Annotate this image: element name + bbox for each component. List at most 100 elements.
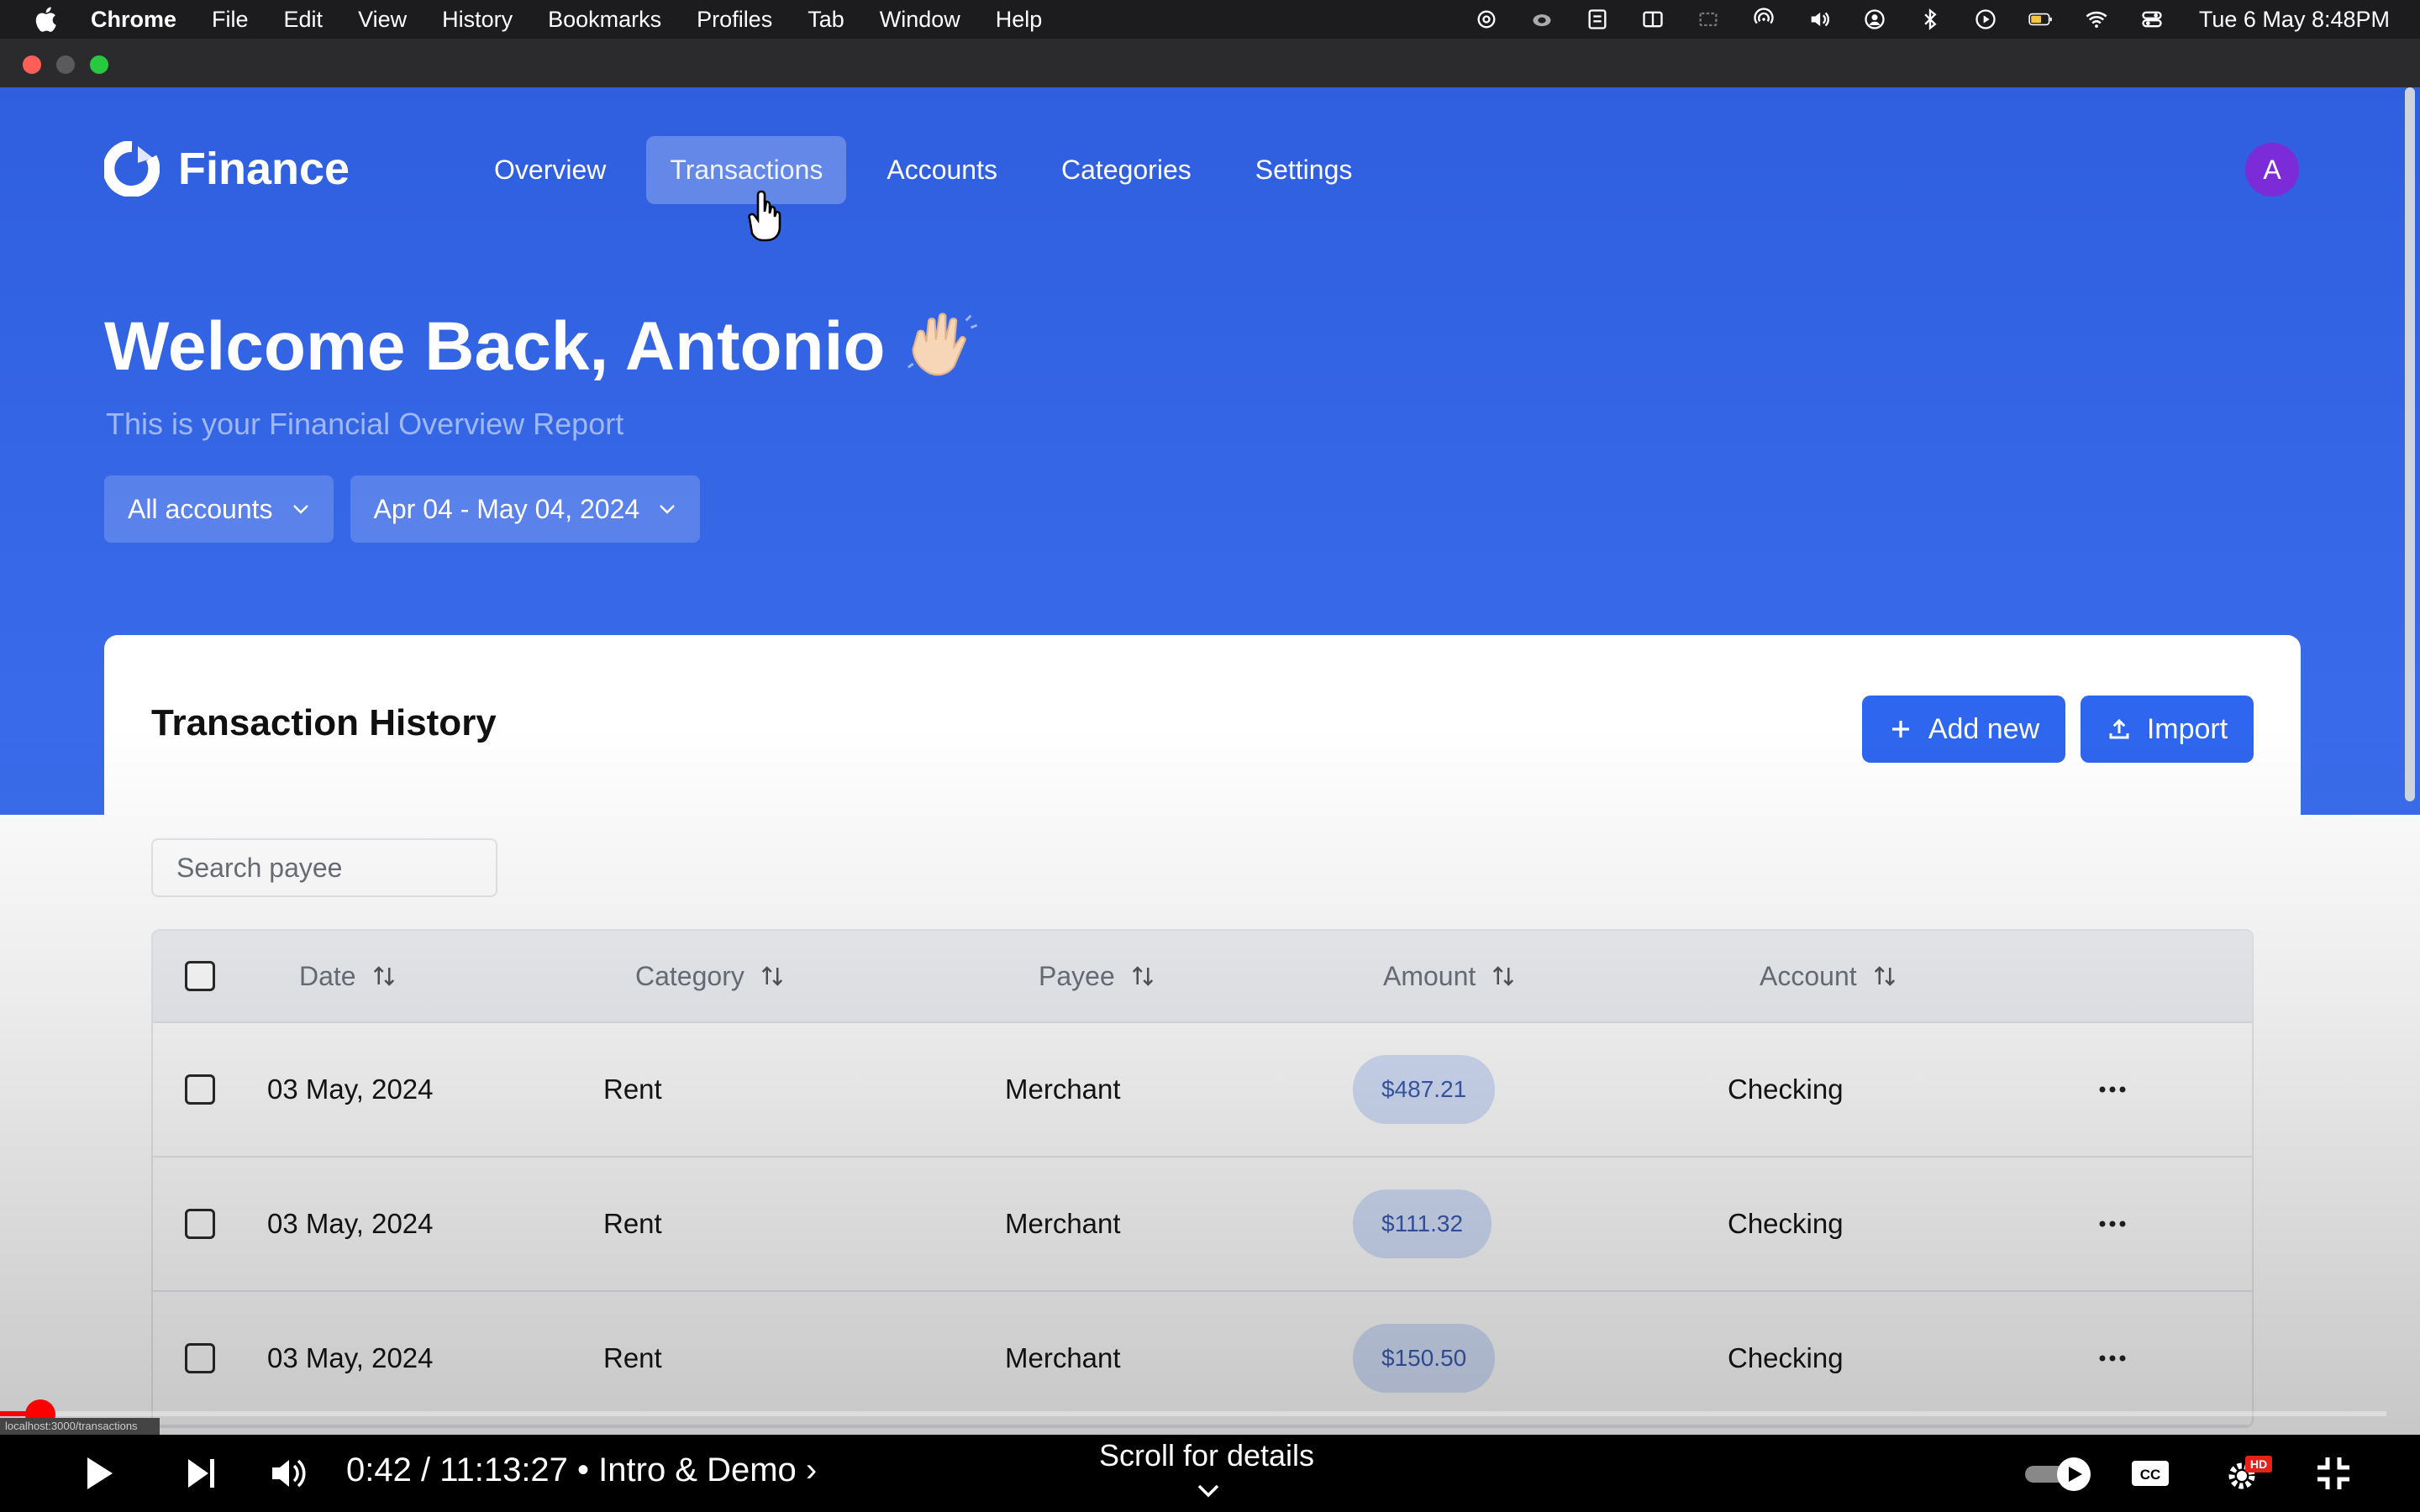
minimize-window-button[interactable] <box>56 55 75 74</box>
video-time-display[interactable]: 0:42 / 11:13:27 • Intro & Demo › <box>346 1452 817 1489</box>
gear-icon: HD <box>2228 1456 2272 1489</box>
column-date-label: Date <box>299 960 356 991</box>
nav-categories[interactable]: Categories <box>1038 136 1215 204</box>
user-account-icon[interactable] <box>1860 7 1890 32</box>
nav-settings[interactable]: Settings <box>1232 136 1376 204</box>
row-checkbox[interactable] <box>185 1074 215 1105</box>
row-checkbox[interactable] <box>185 1343 215 1373</box>
chevron-down-icon[interactable] <box>1197 1483 1220 1499</box>
row-date: 03 May, 2024 <box>267 1342 434 1373</box>
more-options-icon[interactable] <box>2096 1081 2129 1098</box>
nav-overview[interactable]: Overview <box>471 136 629 204</box>
row-category: Rent <box>603 1074 662 1105</box>
add-new-label: Add new <box>1928 712 2040 745</box>
mute-button[interactable] <box>267 1448 309 1499</box>
welcome-subtitle: This is your Financial Overview Report <box>106 407 624 441</box>
volume-icon[interactable] <box>1804 7 1834 32</box>
scroll-for-details-label[interactable]: Scroll for details <box>1097 1438 1316 1473</box>
creative-cloud-icon[interactable] <box>1527 7 1557 32</box>
fullscreen-window-button[interactable] <box>90 55 108 74</box>
nav-accounts[interactable]: Accounts <box>863 136 1021 204</box>
main-nav: Overview Transactions Accounts Categorie… <box>471 136 1376 204</box>
menu-help[interactable]: Help <box>996 7 1043 33</box>
finance-page: Finance Overview Transactions Accounts C… <box>0 87 2420 1435</box>
search-payee-input[interactable] <box>151 838 497 897</box>
airdrop-icon[interactable] <box>1749 7 1779 32</box>
captions-button[interactable]: CC <box>2129 1448 2171 1499</box>
import-button[interactable]: Import <box>2081 696 2254 763</box>
menu-edit[interactable]: Edit <box>284 7 324 33</box>
battery-icon[interactable] <box>2026 7 2056 32</box>
brand-logo[interactable]: Finance <box>104 141 350 197</box>
column-account[interactable]: Account <box>1760 961 1897 992</box>
browser-title-bar <box>0 39 2420 87</box>
media-play-icon[interactable] <box>1970 7 2001 32</box>
column-category-label: Category <box>635 960 744 991</box>
column-amount[interactable]: Amount <box>1383 961 1516 992</box>
row-date: 03 May, 2024 <box>267 1208 434 1239</box>
volume-icon <box>272 1459 306 1488</box>
status-icons: Tue 6 May 8:48PM <box>1471 0 2390 39</box>
notes-icon[interactable] <box>1582 7 1612 32</box>
hand-cursor-icon <box>748 190 781 242</box>
menu-window[interactable]: Window <box>880 7 960 33</box>
account-filter-label: All accounts <box>128 493 273 524</box>
next-video-button[interactable] <box>180 1448 222 1499</box>
menu-view[interactable]: View <box>358 7 407 33</box>
column-payee-label: Payee <box>1039 960 1115 991</box>
video-progress-track[interactable] <box>0 1411 2386 1416</box>
row-account: Checking <box>1728 1208 1844 1239</box>
table-row[interactable]: 03 May, 2024 Rent Merchant $150.50 Check… <box>153 1292 2252 1426</box>
more-options-icon[interactable] <box>2096 1215 2129 1232</box>
menu-app-name[interactable]: Chrome <box>91 7 176 33</box>
chatgpt-icon[interactable] <box>1471 7 1502 32</box>
page-scrollbar[interactable] <box>2405 87 2415 801</box>
table-row[interactable]: 03 May, 2024 Rent Merchant $111.32 Check… <box>153 1158 2252 1292</box>
status-url-tooltip: localhost:3000/transactions <box>0 1418 160 1435</box>
screen-mirror-icon[interactable] <box>1693 7 1723 32</box>
date-range-select[interactable]: Apr 04 - May 04, 2024 <box>350 475 701 543</box>
menu-history[interactable]: History <box>442 7 513 33</box>
chevron-down-icon <box>292 505 308 514</box>
user-avatar[interactable]: A <box>2245 143 2299 197</box>
column-payee[interactable]: Payee <box>1039 961 1155 992</box>
exit-fullscreen-button[interactable] <box>2312 1448 2354 1499</box>
add-new-button[interactable]: Add new <box>1862 696 2065 763</box>
closed-captions-icon: CC <box>2132 1461 2169 1486</box>
row-account: Checking <box>1728 1342 1844 1373</box>
menu-tab[interactable]: Tab <box>808 7 844 33</box>
row-checkbox[interactable] <box>185 1209 215 1239</box>
plus-icon <box>1891 721 1909 738</box>
close-window-button[interactable] <box>23 55 41 74</box>
account-filter-select[interactable]: All accounts <box>104 475 334 543</box>
split-view-icon[interactable] <box>1638 7 1668 32</box>
more-options-icon[interactable] <box>2096 1350 2129 1367</box>
filters-bar: All accounts Apr 04 - May 04, 2024 <box>104 475 701 543</box>
table-row[interactable]: 03 May, 2024 Rent Merchant $487.21 Check… <box>153 1023 2252 1158</box>
control-center-icon[interactable] <box>2137 7 2167 32</box>
date-range-label: Apr 04 - May 04, 2024 <box>373 493 640 524</box>
menu-profiles[interactable]: Profiles <box>697 7 772 33</box>
sort-icon <box>1874 966 1895 986</box>
skip-next-icon <box>188 1459 214 1488</box>
column-category[interactable]: Category <box>635 961 785 992</box>
row-payee: Merchant <box>1005 1074 1121 1105</box>
menubar-clock[interactable]: Tue 6 May 8:48PM <box>2199 7 2390 33</box>
column-date[interactable]: Date <box>299 961 397 992</box>
apple-icon[interactable] <box>34 5 59 34</box>
row-amount-badge: $111.32 <box>1353 1189 1492 1258</box>
autoplay-toggle[interactable] <box>2022 1448 2097 1499</box>
exit-fullscreen-icon <box>2317 1457 2349 1489</box>
wifi-icon[interactable] <box>2081 7 2112 32</box>
menu-file[interactable]: File <box>212 7 249 33</box>
select-all-checkbox[interactable] <box>185 961 215 991</box>
row-payee: Merchant <box>1005 1208 1121 1239</box>
settings-button[interactable]: HD <box>2223 1448 2274 1499</box>
menu-bookmarks[interactable]: Bookmarks <box>548 7 661 33</box>
video-controls-bar: 0:42 / 11:13:27 • Intro & Demo › Scroll … <box>0 1435 2420 1512</box>
card-title: Transaction History <box>151 702 497 743</box>
svg-text:CC: CC <box>2140 1467 2161 1483</box>
play-button[interactable] <box>77 1448 119 1499</box>
waving-hand-icon <box>907 312 977 376</box>
bluetooth-icon[interactable] <box>1915 7 1945 32</box>
